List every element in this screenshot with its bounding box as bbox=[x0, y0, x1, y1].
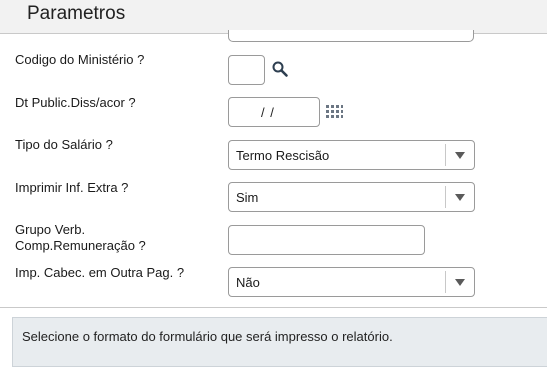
select-divider bbox=[445, 271, 446, 293]
imprimir-inf-extra-select[interactable]: Sim bbox=[228, 182, 475, 212]
grupo-verb-label-line2: Comp.Remuneração ? bbox=[15, 238, 146, 253]
imp-cabec-value: Não bbox=[236, 275, 260, 290]
imp-cabec-label: Imp. Cabec. em Outra Pag. ? bbox=[15, 265, 185, 280]
grupo-verb-label-line1: Grupo Verb. bbox=[15, 222, 86, 237]
search-icon[interactable] bbox=[271, 60, 289, 78]
calendar-icon[interactable] bbox=[325, 104, 344, 121]
tipo-salario-label: Tipo do Salário ? bbox=[15, 137, 113, 152]
imp-cabec-select[interactable]: Não bbox=[228, 267, 475, 297]
chevron-down-icon[interactable] bbox=[455, 194, 465, 201]
dt-public-value: / / bbox=[261, 105, 275, 120]
page-title: Parametros bbox=[27, 3, 126, 24]
help-text: Selecione o formato do formulário que se… bbox=[22, 329, 393, 344]
chevron-down-icon[interactable] bbox=[455, 279, 465, 286]
tipo-salario-value: Termo Rescisão bbox=[236, 148, 330, 163]
codigo-ministerio-label: Codigo do Ministério ? bbox=[15, 52, 145, 67]
select-divider bbox=[445, 144, 446, 166]
imprimir-inf-extra-label: Imprimir Inf. Extra ? bbox=[15, 180, 129, 195]
imprimir-inf-extra-value: Sim bbox=[236, 190, 259, 205]
previous-field-partial[interactable] bbox=[228, 30, 474, 42]
grupo-verb-input[interactable] bbox=[228, 225, 425, 255]
help-panel: Selecione o formato do formulário que se… bbox=[12, 317, 547, 367]
tipo-salario-select[interactable]: Termo Rescisão bbox=[228, 140, 475, 170]
dt-public-input[interactable]: / / bbox=[228, 97, 320, 127]
dialog-header: Parametros bbox=[0, 0, 547, 34]
chevron-down-icon[interactable] bbox=[455, 152, 465, 159]
dt-public-label: Dt Public.Diss/acor ? bbox=[15, 95, 136, 110]
codigo-ministerio-input[interactable] bbox=[228, 55, 265, 85]
divider bbox=[0, 307, 547, 308]
select-divider bbox=[445, 186, 446, 208]
